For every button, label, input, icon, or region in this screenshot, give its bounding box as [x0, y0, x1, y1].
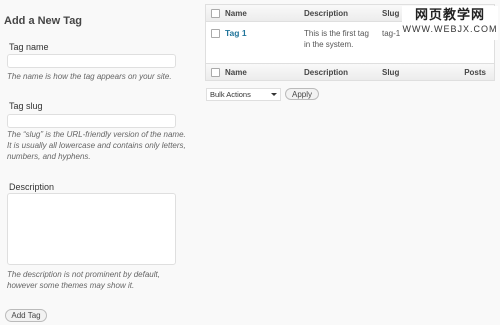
tag-slug-label: Tag slug [9, 101, 43, 111]
bulk-actions-value: Bulk Actions [210, 90, 251, 99]
apply-button[interactable]: Apply [285, 88, 319, 100]
select-all-checkbox[interactable] [211, 9, 220, 18]
table-footer: Name Description Slug Posts [206, 63, 494, 80]
bulk-actions-select[interactable]: Bulk Actions [206, 88, 281, 101]
form-title: Add a New Tag [4, 15, 83, 27]
description-label: Description [9, 182, 55, 192]
watermark-url: WWW.WEBJX.COM [402, 24, 498, 34]
tag-description-cell: This is the first tag in the system. [304, 29, 369, 49]
tag-name-input[interactable] [7, 54, 176, 68]
tag-slug-hint: The “slug” is the URL-friendly version o… [7, 130, 186, 161]
tag-slug-input[interactable] [7, 114, 176, 128]
tag-name-link[interactable]: Tag 1 [225, 28, 247, 39]
column-footer-name[interactable]: Name [225, 64, 247, 81]
tag-name-hint: The name is how the tag appears on your … [7, 72, 172, 81]
column-footer-slug[interactable]: Slug [382, 64, 399, 81]
column-header-slug[interactable]: Slug [382, 5, 399, 22]
tag-name-label: Tag name [9, 42, 49, 52]
row-checkbox[interactable] [211, 29, 220, 38]
column-footer-description[interactable]: Description [304, 64, 348, 81]
description-hint: The description is not prominent by defa… [7, 270, 160, 290]
watermark: 网页教学网 WWW.WEBJX.COM [402, 6, 498, 40]
add-tag-button[interactable]: Add Tag [5, 309, 47, 322]
select-all-checkbox-footer[interactable] [211, 68, 220, 77]
description-textarea[interactable] [7, 193, 176, 265]
chevron-down-icon [271, 93, 277, 96]
column-header-description[interactable]: Description [304, 5, 348, 22]
watermark-title: 网页教学网 [414, 7, 485, 22]
column-header-name[interactable]: Name [225, 5, 247, 22]
tag-slug-cell: tag-1 [382, 29, 401, 38]
column-footer-posts[interactable]: Posts [464, 64, 486, 81]
